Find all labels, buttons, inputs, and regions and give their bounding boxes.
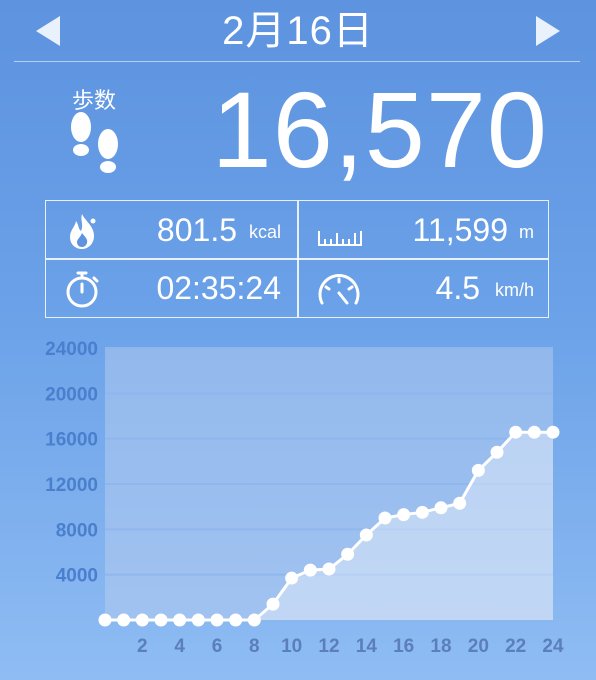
x-tick-label: 4 xyxy=(174,636,185,657)
hourly-steps-chart: 4000800012000160002000024000 2 4 6 8 10 12 14 1… xyxy=(45,339,564,657)
data-point xyxy=(490,445,504,459)
y-tick-label: 12000 xyxy=(45,475,98,496)
data-point xyxy=(546,425,560,439)
x-tick-label: 18 xyxy=(430,636,451,657)
date-header: 2月16日 xyxy=(0,0,596,62)
distance-value: 11,599 xyxy=(412,212,509,248)
data-point xyxy=(341,547,355,561)
data-point xyxy=(191,613,205,627)
x-tick-label: 12 xyxy=(318,636,339,657)
stopwatch-icon xyxy=(66,271,99,308)
duration-value: 02:35:24 xyxy=(156,270,281,306)
x-tick-label: 14 xyxy=(356,636,378,657)
y-axis-ticks: 4000 8000 12000 16000 20000 24000 xyxy=(45,339,98,587)
date-title: 2月16日 xyxy=(222,9,374,53)
stats-grid: 801.5 kcal 11,599 m 02:35:24 4.5 km/h xyxy=(45,200,549,318)
footprints-icon xyxy=(71,112,118,173)
y-tick-label: 20000 xyxy=(45,384,98,405)
data-point xyxy=(397,508,411,522)
data-point xyxy=(173,613,187,627)
y-tick-label: 24000 xyxy=(45,339,98,360)
data-point xyxy=(229,613,243,627)
x-tick-label: 16 xyxy=(393,636,414,657)
x-tick-label: 6 xyxy=(212,636,223,657)
next-day-button[interactable] xyxy=(534,14,562,48)
speed-cell: 4.5 km/h xyxy=(298,259,550,316)
steps-count: 16,570 xyxy=(211,69,548,190)
calories-value: 801.5 xyxy=(156,212,237,248)
header-divider xyxy=(14,61,580,62)
distance-unit: m xyxy=(519,222,534,242)
data-point xyxy=(117,613,131,627)
data-point xyxy=(247,613,261,627)
y-tick-label: 4000 xyxy=(56,566,98,587)
data-point xyxy=(322,562,336,576)
y-tick-label: 16000 xyxy=(45,430,98,451)
data-point xyxy=(434,501,448,515)
calories-unit: kcal xyxy=(248,222,281,242)
data-point xyxy=(154,613,168,627)
data-point xyxy=(378,511,392,525)
data-point xyxy=(285,571,299,585)
duration-cell: 02:35:24 xyxy=(46,259,297,316)
triangle-right-icon xyxy=(536,16,560,46)
data-point xyxy=(527,425,541,439)
data-point xyxy=(303,563,317,577)
x-tick-label: 10 xyxy=(281,636,302,657)
speed-value: 4.5 xyxy=(435,270,480,306)
x-tick-label: 20 xyxy=(468,636,489,657)
distance-cell: 11,599 m xyxy=(298,201,550,258)
calories-cell: 801.5 kcal xyxy=(46,201,297,258)
data-point xyxy=(509,425,523,439)
speed-unit: km/h xyxy=(494,280,534,300)
data-point xyxy=(471,463,485,477)
x-tick-label: 24 xyxy=(542,636,564,657)
data-point xyxy=(98,613,112,627)
y-tick-label: 8000 xyxy=(56,520,98,541)
x-axis-ticks: 2 4 6 8 10 12 14 16 18 20 22 24 xyxy=(137,636,564,657)
data-point xyxy=(210,613,224,627)
speedometer-icon xyxy=(318,274,360,305)
data-point xyxy=(359,528,373,542)
data-point xyxy=(135,613,149,627)
data-point xyxy=(453,496,467,510)
x-tick-label: 2 xyxy=(137,636,148,657)
x-tick-label: 22 xyxy=(505,636,526,657)
data-point xyxy=(266,597,280,611)
data-point xyxy=(415,505,429,519)
x-tick-label: 8 xyxy=(249,636,260,657)
flame-icon xyxy=(70,214,96,249)
ruler-icon xyxy=(318,231,362,246)
